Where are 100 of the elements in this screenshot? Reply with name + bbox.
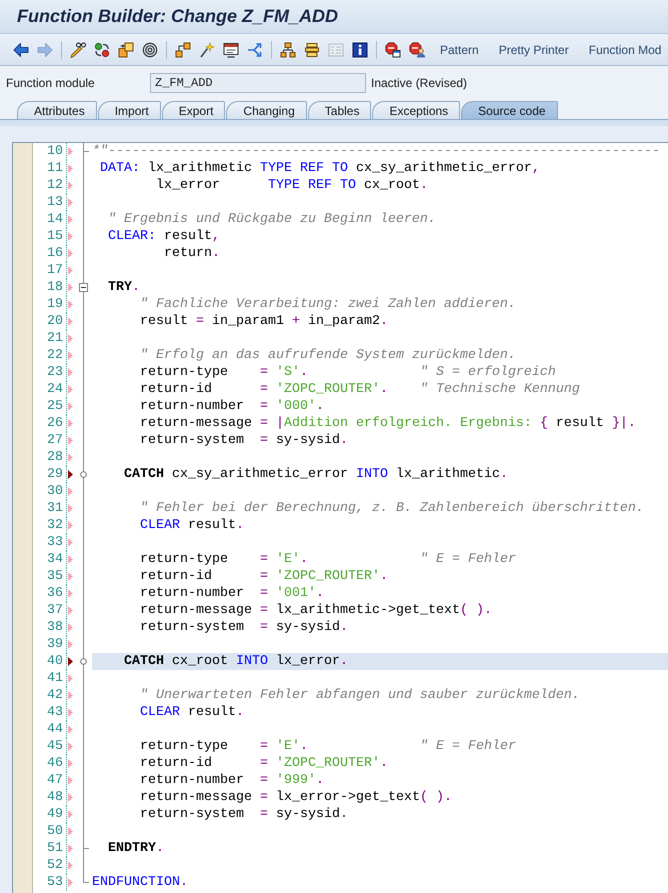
code-line: " Fachliche Verarbeitung: zwei Zahlen addieren. — [140, 296, 516, 313]
code-line: return-system = sy-sysid. — [140, 432, 348, 449]
line-number: 38 — [47, 619, 63, 636]
line-number: 52 — [47, 857, 63, 874]
line-number: 26 — [47, 415, 63, 432]
line-number: 41 — [47, 670, 63, 687]
function-module-field[interactable]: Z_FM_ADD — [150, 73, 366, 93]
line-number: 16 — [47, 245, 63, 262]
line-number: 23 — [47, 364, 63, 381]
line-number: 28 — [47, 449, 63, 466]
fold-tick-icon — [83, 150, 89, 153]
line-number: 32 — [47, 517, 63, 534]
overlapping-squares-icon[interactable] — [118, 42, 134, 58]
linked-boxes-icon[interactable] — [175, 42, 191, 58]
code-line: return-number = '999'. — [140, 772, 324, 789]
line-number: 48 — [47, 789, 63, 806]
code-line: CATCH cx_sy_arithmetic_error INTO lx_arithmetic. — [124, 466, 508, 483]
line-number: 17 — [47, 262, 63, 279]
line-number: 19 — [47, 296, 63, 313]
dots-arrows-icon[interactable] — [94, 42, 110, 58]
fold-node-icon — [80, 471, 87, 478]
status-text: Inactive (Revised) — [371, 76, 468, 90]
code-line: return-system = sy-sysid. — [140, 806, 348, 823]
line-number: 25 — [47, 398, 63, 415]
collapse-icon[interactable] — [79, 283, 88, 292]
magic-wand-icon[interactable] — [199, 42, 215, 58]
code-line: *"--------------------------------------------------------------------- — [92, 143, 660, 160]
line-number: 47 — [47, 772, 63, 789]
line-number: 12 — [47, 177, 63, 194]
line-number: 29 — [47, 466, 63, 483]
line-number: 40 — [47, 653, 63, 670]
line-number: 39 — [47, 636, 63, 653]
fold-tick-icon — [83, 881, 89, 884]
code-line: return-message = lx_error->get_text( ). — [140, 789, 452, 806]
tab[interactable]: Tables — [308, 101, 372, 119]
line-number: 37 — [47, 602, 63, 619]
code-line: result = in_param1 + in_param2. — [140, 313, 388, 330]
concentric-circles-icon[interactable] — [142, 42, 158, 58]
stacked-bars-icon[interactable] — [304, 42, 320, 58]
code-line: " Fehler bei der Berechnung, z. B. Zahlenbereich überschritten. — [140, 500, 644, 517]
line-number: 14 — [47, 211, 63, 228]
code-line: return-number = '001'. — [140, 585, 324, 602]
code-line: " Ergebnis und Rückgabe zu Beginn leeren. — [108, 211, 436, 228]
line-number: 50 — [47, 823, 63, 840]
code-line: DATA: lx_arithmetic TYPE REF TO cx_sy_arithmetic_error, — [100, 160, 540, 177]
line-number: 51 — [47, 840, 63, 857]
line-number: 27 — [47, 432, 63, 449]
tab[interactable]: Changing — [226, 101, 307, 119]
line-number: 10 — [47, 143, 63, 160]
tab[interactable]: Source code — [461, 101, 558, 119]
left-arrow-icon[interactable] — [13, 42, 29, 58]
code-line: return-id = 'ZOPC_ROUTER'. — [140, 755, 388, 772]
line-number: 45 — [47, 738, 63, 755]
field-label: Function module — [6, 76, 96, 90]
code-line: return-id = 'ZOPC_ROUTER'. — [140, 568, 388, 585]
line-number: 42 — [47, 687, 63, 704]
code-line: return-message = lx_arithmetic->get_text( ). — [140, 602, 492, 619]
stop-sign-window-icon[interactable] — [385, 42, 401, 58]
line-number: 20 — [47, 313, 63, 330]
code-line: CLEAR: result, — [108, 228, 220, 245]
code-line: return-system = sy-sysid. — [140, 619, 348, 636]
fold-tick-icon — [83, 847, 89, 850]
line-number: 18 — [47, 279, 63, 296]
code-line: TRY. — [108, 279, 140, 296]
branching-arrows-icon[interactable] — [247, 42, 263, 58]
line-number: 22 — [47, 347, 63, 364]
code-line: return-type = 'E'. " E = Fehler — [140, 551, 516, 568]
toolbar-button[interactable]: Pattern — [438, 42, 481, 56]
line-number: 33 — [47, 534, 63, 551]
code-line: lx_error TYPE REF TO cx_root. — [156, 177, 428, 194]
code-line: " Unerwarteten Fehler abfangen und sauber zurückmelden. — [140, 687, 580, 704]
tab[interactable]: Exceptions — [372, 101, 460, 119]
tab[interactable]: Attributes — [17, 101, 97, 119]
pencil-glasses-icon[interactable] — [70, 42, 86, 58]
line-number: 11 — [47, 160, 63, 177]
line-number: 15 — [47, 228, 63, 245]
line-number: 44 — [47, 721, 63, 738]
line-number: 43 — [47, 704, 63, 721]
code-line: ENDFUNCTION. — [92, 874, 188, 891]
tab[interactable]: Export — [162, 101, 226, 119]
line-number: 24 — [47, 381, 63, 398]
toolbar-button[interactable]: Pretty Printer — [496, 42, 571, 56]
line-number: 13 — [47, 194, 63, 211]
code-line: return. — [164, 245, 220, 262]
toolbar-button[interactable]: Function Mod — [586, 42, 664, 56]
monitor-icon[interactable] — [223, 42, 239, 58]
code-line: CLEAR result. — [140, 517, 244, 534]
tab[interactable]: Import — [98, 101, 161, 119]
line-number: 30 — [47, 483, 63, 500]
code-line: return-type = 'E'. " E = Fehler — [140, 738, 516, 755]
code-line: ENDTRY. — [108, 840, 164, 857]
stop-sign-person-icon[interactable] — [409, 42, 425, 58]
window-title: Function Builder: Change Z_FM_ADD — [17, 6, 338, 27]
hierarchy-icon[interactable] — [280, 42, 296, 58]
code-line: return-message = |Addition erfolgreich. Ergebnis: { result }|. — [140, 415, 636, 432]
info-icon[interactable] — [352, 42, 368, 58]
line-number: 34 — [47, 551, 63, 568]
line-number: 31 — [47, 500, 63, 517]
fold-node-icon — [80, 658, 87, 665]
line-number: 35 — [47, 568, 63, 585]
